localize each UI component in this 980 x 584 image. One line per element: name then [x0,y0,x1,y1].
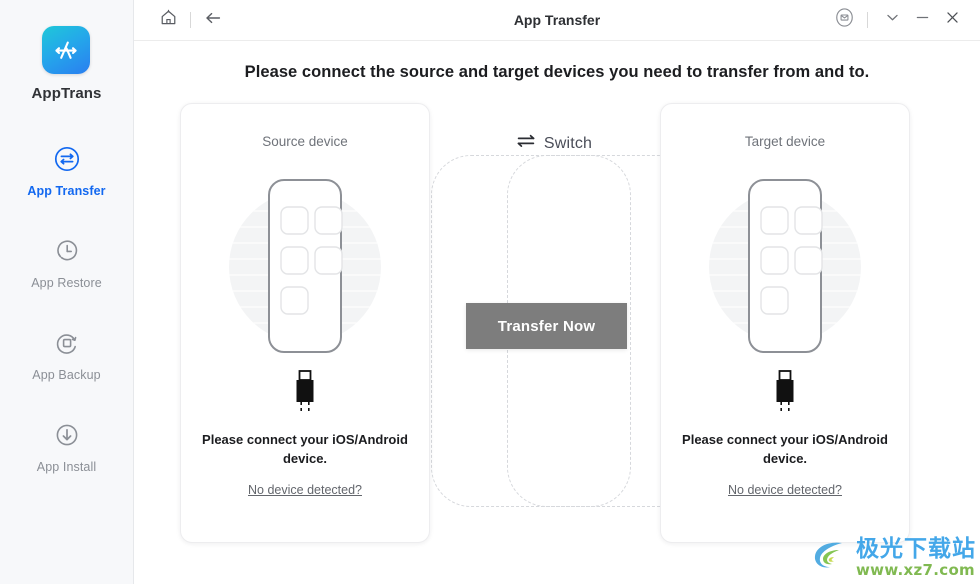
titlebar-left-controls [134,6,227,34]
page-headline: Please connect the source and target dev… [244,63,870,81]
switch-label: Switch [543,134,593,152]
transfer-stage: Source device Please connect your iOS/An… [134,103,980,555]
card-title: Target device [744,134,826,149]
close-icon [944,9,961,31]
backup-square-refresh-icon [50,326,84,360]
phone-apps-illustration-icon [220,165,390,365]
brand-name: AppTrans [31,85,102,102]
menu-chevron-button[interactable] [878,6,906,34]
usb-connector-icon [765,369,805,415]
phone-apps-illustration-icon [700,165,870,365]
sidebar-item-app-transfer[interactable]: App Transfer [0,132,133,202]
target-device-card[interactable]: Target device Please connect your iOS/An… [660,103,910,543]
no-device-detected-link[interactable]: No device detected? [248,483,362,497]
source-device-card[interactable]: Source device Please connect your iOS/An… [180,103,430,543]
arrow-left-icon [203,8,223,33]
content-area: Please connect the source and target dev… [134,41,980,584]
titlebar: App Transfer [134,0,980,41]
sidebar-item-label: App Install [36,460,97,474]
titlebar-divider-2 [867,12,868,28]
titlebar-right-controls [831,6,980,34]
feedback-mail-button[interactable] [831,6,857,34]
sidebar: AppTrans App Transfer App Restore App Ba… [0,0,134,584]
minimize-button[interactable] [908,6,936,34]
sidebar-item-app-restore[interactable]: App Restore [0,224,133,294]
sidebar-item-label: App Restore [31,276,102,290]
switch-arrows-icon [516,133,536,154]
chevron-down-icon [884,9,901,31]
sidebar-item-label: App Backup [32,368,101,382]
minimize-icon [914,9,931,31]
card-title: Source device [262,134,348,149]
card-note: Please connect your iOS/Android device. [682,432,888,466]
app-window: AppTrans App Transfer App Restore App Ba… [0,0,980,584]
apptrans-logo-icon [42,26,91,74]
download-circle-icon [50,418,84,452]
card-note: Please connect your iOS/Android device. [202,432,408,466]
sidebar-item-label: App Transfer [27,184,106,198]
home-icon [159,8,178,32]
transfer-now-button[interactable]: Transfer Now [466,303,627,349]
no-device-detected-link[interactable]: No device detected? [728,483,842,497]
clock-restore-icon [50,234,84,268]
envelope-circle-icon [834,7,855,33]
switch-devices-button[interactable]: Switch [464,133,644,154]
close-button[interactable] [938,6,966,34]
transfer-arrows-circle-icon [50,142,84,176]
titlebar-divider [190,12,191,28]
brand: AppTrans [32,26,102,102]
main-area: App Transfer Please connect the source a… [134,0,980,584]
sidebar-item-app-backup[interactable]: App Backup [0,316,133,386]
usb-connector-icon [285,369,325,415]
sidebar-item-app-install[interactable]: App Install [0,408,133,478]
back-button[interactable] [199,6,227,34]
home-button[interactable] [154,6,182,34]
sidebar-nav: App Transfer App Restore App Backup App … [0,132,133,500]
